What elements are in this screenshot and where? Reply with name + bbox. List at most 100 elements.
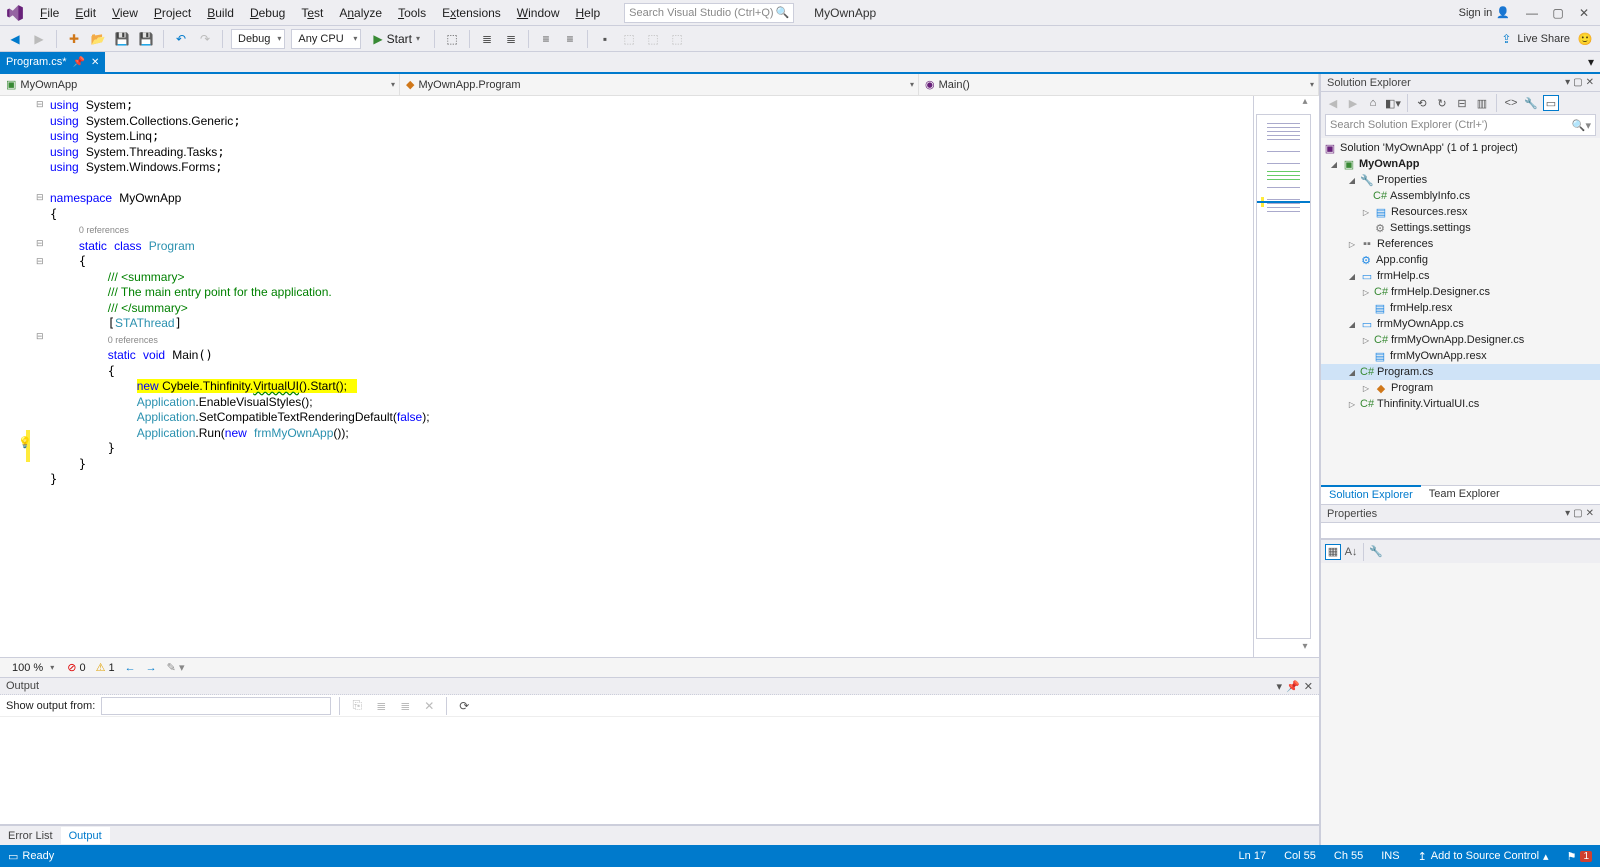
fold-icon[interactable]: ⊟: [36, 192, 44, 203]
tree-solution[interactable]: ▣Solution 'MyOwnApp' (1 of 1 project): [1321, 140, 1600, 156]
pin-icon[interactable]: 📌: [73, 57, 85, 68]
menu-help[interactable]: Help: [567, 3, 608, 23]
se-scope[interactable]: ◧▾: [1385, 95, 1401, 111]
expander-icon[interactable]: ◢: [1329, 160, 1339, 169]
fold-icon[interactable]: ⊟: [36, 331, 44, 342]
feedback-button[interactable]: 🙂: [1576, 30, 1594, 48]
out-btn-a[interactable]: ⎘: [348, 697, 366, 715]
menu-project[interactable]: Project: [146, 3, 199, 23]
source-control-button[interactable]: ↥Add to Source Control ▴: [1418, 850, 1549, 863]
dropdown-icon[interactable]: ▾: [1565, 508, 1570, 519]
tree-frmown[interactable]: ◢▭frmMyOwnApp.cs: [1321, 316, 1600, 332]
se-home[interactable]: ⌂: [1365, 95, 1381, 111]
props-categorized[interactable]: ▦: [1325, 544, 1341, 560]
save-button[interactable]: 💾: [113, 30, 131, 48]
se-props[interactable]: 🔧: [1523, 95, 1539, 111]
new-project-button[interactable]: ✚: [65, 30, 83, 48]
save-all-button[interactable]: 💾: [137, 30, 155, 48]
close-tab-icon[interactable]: ✕: [91, 57, 99, 68]
expander-icon[interactable]: ▷: [1361, 336, 1371, 345]
tb-i[interactable]: ⬚: [668, 30, 686, 48]
minimize-button[interactable]: —: [1520, 3, 1544, 23]
pen-icon[interactable]: ✎ ▾: [167, 661, 185, 674]
se-refresh[interactable]: ↻: [1434, 95, 1450, 111]
props-alphabetical[interactable]: A↓: [1343, 544, 1359, 560]
scroll-down-icon[interactable]: ▾: [1297, 641, 1313, 657]
tb-d[interactable]: ≡: [537, 30, 555, 48]
nav-class-combo[interactable]: ◆MyOwnApp.Program: [400, 74, 919, 95]
menu-file[interactable]: File: [32, 3, 67, 23]
tb-a[interactable]: ⬚: [443, 30, 461, 48]
undo-button[interactable]: ↶: [172, 30, 190, 48]
se-collapse[interactable]: ⊟: [1454, 95, 1470, 111]
tree-frmhelp-resx[interactable]: ▤frmHelp.resx: [1321, 300, 1600, 316]
tb-b[interactable]: ≣: [478, 30, 496, 48]
se-showall[interactable]: ▥: [1474, 95, 1490, 111]
tab-solution-explorer[interactable]: Solution Explorer: [1321, 485, 1421, 504]
tree-settings[interactable]: ⚙Settings.settings: [1321, 220, 1600, 236]
errors-indicator[interactable]: ⊘ 0: [67, 661, 85, 674]
tree-appconfig[interactable]: ⚙App.config: [1321, 252, 1600, 268]
tb-c[interactable]: ≣: [502, 30, 520, 48]
tree-programcs[interactable]: ◢C#Program.cs: [1321, 364, 1600, 380]
se-preview[interactable]: ▭: [1543, 95, 1559, 111]
expander-icon[interactable]: ◢: [1347, 368, 1357, 377]
tree-properties[interactable]: ◢🔧Properties: [1321, 172, 1600, 188]
pin-icon[interactable]: 📌: [1286, 680, 1300, 693]
expander-icon[interactable]: ◢: [1347, 272, 1357, 281]
tree-resources[interactable]: ▷▤Resources.resx: [1321, 204, 1600, 220]
close-pane-icon[interactable]: ✕: [1586, 77, 1594, 88]
tab-error-list[interactable]: Error List: [0, 828, 61, 844]
tree-references[interactable]: ▷▪▪References: [1321, 236, 1600, 252]
dropdown-icon[interactable]: ▾: [1565, 77, 1570, 88]
se-sync[interactable]: ⟲: [1414, 95, 1430, 111]
expander-icon[interactable]: ◢: [1347, 320, 1357, 329]
properties-grid[interactable]: [1321, 563, 1600, 845]
expander-icon[interactable]: ▷: [1347, 400, 1357, 409]
out-btn-c[interactable]: ≣: [396, 697, 414, 715]
warnings-indicator[interactable]: ⚠ 1: [96, 661, 115, 674]
notifications-button[interactable]: ⚑1: [1567, 850, 1592, 863]
close-button[interactable]: ✕: [1572, 3, 1596, 23]
expander-icon[interactable]: ◢: [1347, 176, 1357, 185]
fold-icon[interactable]: ⊟: [36, 256, 44, 267]
tb-f[interactable]: ▪: [596, 30, 614, 48]
code-editor[interactable]: 💡 ⊟ ⊟ ⊟ ⊟ ⊟ using System; using System.C…: [0, 96, 1319, 657]
quick-search-input[interactable]: Search Visual Studio (Ctrl+Q) 🔍: [624, 3, 794, 23]
tab-output[interactable]: Output: [61, 827, 110, 844]
dropdown-icon[interactable]: ▾: [1277, 680, 1283, 693]
redo-button[interactable]: ↷: [196, 30, 214, 48]
pin-icon[interactable]: ▢: [1573, 508, 1582, 519]
solution-tree[interactable]: ▣Solution 'MyOwnApp' (1 of 1 project) ◢▣…: [1321, 138, 1600, 485]
menu-extensions[interactable]: Extensions: [434, 3, 509, 23]
expander-icon[interactable]: ▷: [1347, 240, 1357, 249]
start-debug-button[interactable]: ▶Start▾: [367, 29, 426, 49]
configuration-combo[interactable]: Debug: [231, 29, 285, 49]
tree-assemblyinfo[interactable]: C#AssemblyInfo.cs: [1321, 188, 1600, 204]
menu-debug[interactable]: Debug: [242, 3, 293, 23]
expander-icon[interactable]: ▷: [1361, 288, 1371, 297]
menu-test[interactable]: Test: [293, 3, 331, 23]
expander-icon[interactable]: ▷: [1361, 384, 1371, 393]
scroll-up-icon[interactable]: ▴: [1297, 96, 1313, 112]
sign-in-button[interactable]: Sign in👤: [1459, 6, 1510, 19]
properties-header[interactable]: Properties ▾▢✕: [1321, 505, 1600, 523]
tree-thinfinity[interactable]: ▷C#Thinfinity.VirtualUI.cs: [1321, 396, 1600, 412]
tree-frmhelp[interactable]: ◢▭frmHelp.cs: [1321, 268, 1600, 284]
code-minimap[interactable]: ▴ ▾: [1253, 96, 1313, 657]
nav-member-combo[interactable]: ◉Main(): [919, 74, 1319, 95]
menu-build[interactable]: Build: [199, 3, 242, 23]
tree-project[interactable]: ◢▣MyOwnApp: [1321, 156, 1600, 172]
tree-program-class[interactable]: ▷◆Program: [1321, 380, 1600, 396]
se-fwd[interactable]: ▶: [1345, 95, 1361, 111]
output-source-combo[interactable]: [101, 697, 331, 715]
tab-team-explorer[interactable]: Team Explorer: [1421, 486, 1508, 504]
next-issue-button[interactable]: →: [146, 662, 157, 674]
fold-icon[interactable]: ⊟: [36, 238, 44, 249]
solution-explorer-header[interactable]: Solution Explorer ▾▢✕: [1321, 74, 1600, 92]
menu-window[interactable]: Window: [509, 3, 568, 23]
open-file-button[interactable]: 📂: [89, 30, 107, 48]
menu-tools[interactable]: Tools: [390, 3, 434, 23]
lightbulb-icon[interactable]: 💡: [18, 436, 32, 449]
nav-fwd-button[interactable]: ▶: [30, 30, 48, 48]
